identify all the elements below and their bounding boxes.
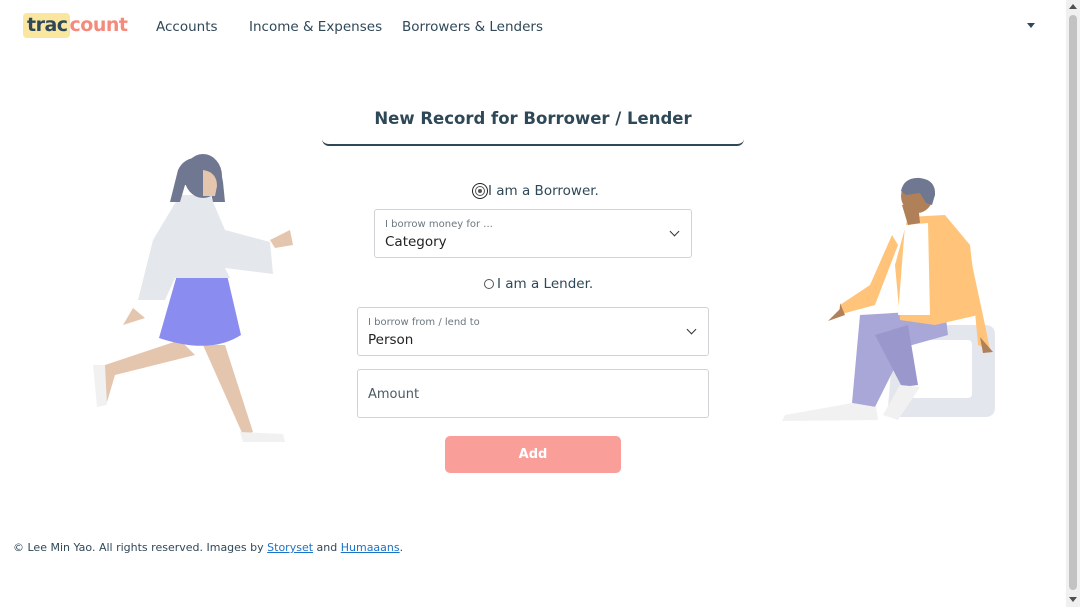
borrower-radio[interactable] xyxy=(475,186,485,196)
person-select[interactable]: I borrow from / lend to Person xyxy=(357,307,709,356)
chevron-down-icon xyxy=(669,226,680,237)
category-select-label: I borrow money for ... xyxy=(385,219,493,230)
amount-placeholder: Amount xyxy=(368,387,420,402)
borrower-option[interactable]: I am a Borrower. xyxy=(475,183,599,199)
scroll-down-arrow-icon[interactable] xyxy=(1069,597,1077,602)
lender-radio[interactable] xyxy=(484,279,494,289)
humaaans-link[interactable]: Humaaans xyxy=(341,541,400,554)
title-underline xyxy=(322,139,744,146)
person-select-value: Person xyxy=(368,332,414,348)
scrollbar-thumb[interactable] xyxy=(1069,15,1077,590)
lender-label: I am a Lender. xyxy=(497,276,594,292)
nav-link-accounts[interactable]: Accounts xyxy=(156,19,218,35)
caret-down-icon[interactable] xyxy=(1027,23,1035,28)
storyset-link[interactable]: Storyset xyxy=(267,541,313,554)
chevron-down-icon xyxy=(686,324,697,335)
scroll-up-arrow-icon[interactable] xyxy=(1069,4,1077,9)
amount-field[interactable]: Amount xyxy=(357,369,709,418)
footer-copyright: © Lee Min Yao. All rights reserved. Imag… xyxy=(13,541,268,554)
navbar: trac count Accounts Income & Expenses Bor… xyxy=(0,0,1066,54)
footer: © Lee Min Yao. All rights reserved. Imag… xyxy=(13,541,403,554)
lender-option[interactable]: I am a Lender. xyxy=(484,276,593,292)
category-select-value: Category xyxy=(385,234,447,250)
form-title: New Record for Borrower / Lender xyxy=(374,109,692,128)
sitting-man-illustration xyxy=(782,177,995,421)
footer-and: and xyxy=(313,541,341,554)
brand-logo-highlight: trac xyxy=(23,13,70,38)
brand-logo-rest: count xyxy=(69,14,128,36)
borrower-label: I am a Borrower. xyxy=(488,183,599,199)
footer-suffix: . xyxy=(399,541,404,554)
add-button[interactable]: Add xyxy=(445,436,621,473)
person-select-label: I borrow from / lend to xyxy=(368,317,480,328)
walking-woman-illustration xyxy=(93,154,293,442)
nav-link-borrowers-lenders[interactable]: Borrowers & Lenders xyxy=(402,19,543,35)
category-select[interactable]: I borrow money for ... Category xyxy=(374,209,692,258)
brand-logo[interactable]: trac count xyxy=(23,13,128,38)
nav-link-income-expenses[interactable]: Income & Expenses xyxy=(249,19,382,35)
